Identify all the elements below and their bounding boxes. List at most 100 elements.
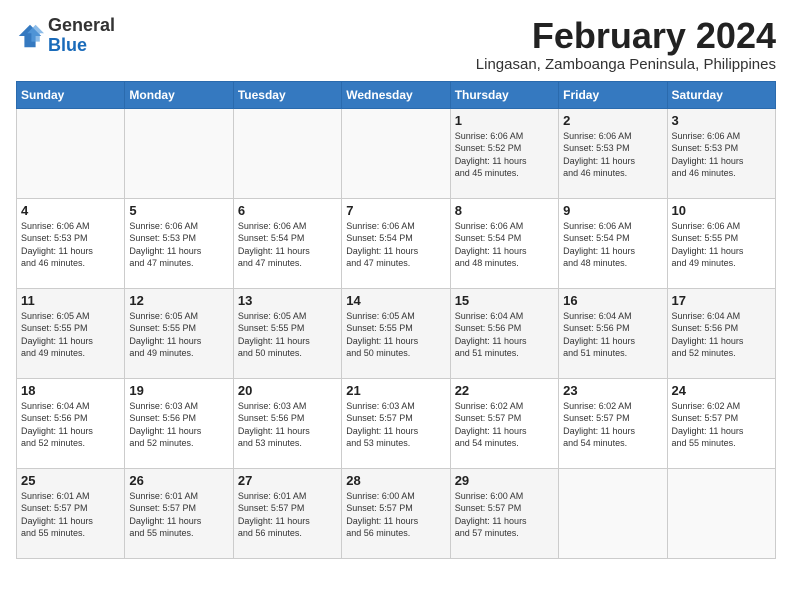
calendar-body: 1Sunrise: 6:06 AM Sunset: 5:52 PM Daylig… [17, 108, 776, 558]
day-info: Sunrise: 6:03 AM Sunset: 5:57 PM Dayligh… [346, 400, 445, 450]
calendar-cell: 7 Sunrise: 6:06 AM Sunset: 5:54 PM Daylig… [342, 198, 450, 288]
page-header: General Blue February 2024 Lingasan, Zam… [16, 16, 776, 73]
day-info: Sunrise: 6:06 AM Sunset: 5:55 PM Dayligh… [672, 220, 771, 270]
calendar-cell: 8Sunrise: 6:06 AM Sunset: 5:54 PM Daylig… [450, 198, 558, 288]
calendar-cell [559, 468, 667, 558]
header-cell-friday: Friday [559, 81, 667, 108]
calendar-cell: 20 Sunrise: 6:03 AM Sunset: 5:56 PM Dayli… [233, 378, 341, 468]
day-number: 7 [346, 203, 445, 218]
calendar-week-row: 11 Sunrise: 6:05 AM Sunset: 5:55 PM Dayli… [17, 288, 776, 378]
calendar-week-row: 25 Sunrise: 6:01 AM Sunset: 5:57 PM Dayli… [17, 468, 776, 558]
day-info: Sunrise: 6:06 AM Sunset: 5:54 PM Dayligh… [563, 220, 662, 270]
calendar-table: SundayMondayTuesdayWednesdayThursdayFrid… [16, 81, 776, 559]
day-number: 22 [455, 383, 554, 398]
day-info: Sunrise: 6:05 AM Sunset: 5:55 PM Dayligh… [238, 310, 337, 360]
calendar-cell: 15 Sunrise: 6:04 AM Sunset: 5:56 PM Dayli… [450, 288, 558, 378]
day-number: 1 [455, 113, 554, 128]
calendar-cell: 16 Sunrise: 6:04 AM Sunset: 5:56 PM Dayli… [559, 288, 667, 378]
calendar-week-row: 4 Sunrise: 6:06 AM Sunset: 5:53 PM Daylig… [17, 198, 776, 288]
calendar-week-row: 18Sunrise: 6:04 AM Sunset: 5:56 PM Dayli… [17, 378, 776, 468]
day-info: Sunrise: 6:04 AM Sunset: 5:56 PM Dayligh… [672, 310, 771, 360]
calendar-cell: 4Sunrise: 6:06 AM Sunset: 5:53 PM Daylig… [17, 198, 125, 288]
day-info: Sunrise: 6:03 AM Sunset: 5:56 PM Dayligh… [238, 400, 337, 450]
day-number: 26 [129, 473, 228, 488]
calendar-cell [342, 108, 450, 198]
calendar-cell: 23 Sunrise: 6:02 AM Sunset: 5:57 PM Dayli… [559, 378, 667, 468]
day-number: 25 [21, 473, 120, 488]
calendar-title: February 2024 [476, 16, 776, 56]
day-info: Sunrise: 6:02 AM Sunset: 5:57 PM Dayligh… [672, 400, 771, 450]
day-info: Sunrise: 6:03 AM Sunset: 5:56 PM Dayligh… [129, 400, 228, 450]
day-info: Sunrise: 6:00 AM Sunset: 5:57 PM Dayligh… [346, 490, 445, 540]
calendar-week-row: 1Sunrise: 6:06 AM Sunset: 5:52 PM Daylig… [17, 108, 776, 198]
calendar-cell: 11 Sunrise: 6:05 AM Sunset: 5:55 PM Dayli… [17, 288, 125, 378]
logo-general-text: General [48, 15, 115, 35]
day-info: Sunrise: 6:02 AM Sunset: 5:57 PM Dayligh… [563, 400, 662, 450]
calendar-cell: 6Sunrise: 6:06 AM Sunset: 5:54 PM Daylig… [233, 198, 341, 288]
calendar-cell: 13Sunrise: 6:05 AM Sunset: 5:55 PM Dayli… [233, 288, 341, 378]
day-info: Sunrise: 6:02 AM Sunset: 5:57 PM Dayligh… [455, 400, 554, 450]
calendar-cell: 10Sunrise: 6:06 AM Sunset: 5:55 PM Dayli… [667, 198, 775, 288]
day-number: 4 [21, 203, 120, 218]
calendar-cell: 18Sunrise: 6:04 AM Sunset: 5:56 PM Dayli… [17, 378, 125, 468]
header-cell-sunday: Sunday [17, 81, 125, 108]
day-number: 15 [455, 293, 554, 308]
day-info: Sunrise: 6:04 AM Sunset: 5:56 PM Dayligh… [563, 310, 662, 360]
header-cell-tuesday: Tuesday [233, 81, 341, 108]
day-number: 8 [455, 203, 554, 218]
header-cell-thursday: Thursday [450, 81, 558, 108]
day-info: Sunrise: 6:01 AM Sunset: 5:57 PM Dayligh… [238, 490, 337, 540]
calendar-cell: 5Sunrise: 6:06 AM Sunset: 5:53 PM Daylig… [125, 198, 233, 288]
day-info: Sunrise: 6:06 AM Sunset: 5:53 PM Dayligh… [129, 220, 228, 270]
day-info: Sunrise: 6:06 AM Sunset: 5:54 PM Dayligh… [346, 220, 445, 270]
day-number: 20 [238, 383, 337, 398]
day-number: 24 [672, 383, 771, 398]
calendar-header-row: SundayMondayTuesdayWednesdayThursdayFrid… [17, 81, 776, 108]
day-number: 2 [563, 113, 662, 128]
calendar-subtitle: Lingasan, Zamboanga Peninsula, Philippin… [476, 56, 776, 73]
calendar-cell [17, 108, 125, 198]
logo-blue-text: Blue [48, 35, 87, 55]
header-cell-monday: Monday [125, 81, 233, 108]
day-number: 27 [238, 473, 337, 488]
day-number: 23 [563, 383, 662, 398]
day-info: Sunrise: 6:05 AM Sunset: 5:55 PM Dayligh… [346, 310, 445, 360]
calendar-cell: 22 Sunrise: 6:02 AM Sunset: 5:57 PM Dayli… [450, 378, 558, 468]
calendar-cell: 24 Sunrise: 6:02 AM Sunset: 5:57 PM Dayli… [667, 378, 775, 468]
calendar-cell: 12 Sunrise: 6:05 AM Sunset: 5:55 PM Dayli… [125, 288, 233, 378]
logo: General Blue [16, 16, 115, 56]
day-number: 17 [672, 293, 771, 308]
logo-icon [16, 22, 44, 50]
day-info: Sunrise: 6:06 AM Sunset: 5:53 PM Dayligh… [672, 130, 771, 180]
day-info: Sunrise: 6:05 AM Sunset: 5:55 PM Dayligh… [129, 310, 228, 360]
day-info: Sunrise: 6:05 AM Sunset: 5:55 PM Dayligh… [21, 310, 120, 360]
day-number: 19 [129, 383, 228, 398]
calendar-cell: 9Sunrise: 6:06 AM Sunset: 5:54 PM Daylig… [559, 198, 667, 288]
day-number: 28 [346, 473, 445, 488]
calendar-cell: 29 Sunrise: 6:00 AM Sunset: 5:57 PM Dayli… [450, 468, 558, 558]
calendar-cell: 1Sunrise: 6:06 AM Sunset: 5:52 PM Daylig… [450, 108, 558, 198]
day-info: Sunrise: 6:04 AM Sunset: 5:56 PM Dayligh… [455, 310, 554, 360]
calendar-cell: 26Sunrise: 6:01 AM Sunset: 5:57 PM Dayli… [125, 468, 233, 558]
day-number: 3 [672, 113, 771, 128]
day-number: 12 [129, 293, 228, 308]
calendar-cell: 19 Sunrise: 6:03 AM Sunset: 5:56 PM Dayli… [125, 378, 233, 468]
calendar-cell [125, 108, 233, 198]
day-number: 14 [346, 293, 445, 308]
day-info: Sunrise: 6:00 AM Sunset: 5:57 PM Dayligh… [455, 490, 554, 540]
calendar-cell: 28 Sunrise: 6:00 AM Sunset: 5:57 PM Dayli… [342, 468, 450, 558]
calendar-cell [233, 108, 341, 198]
header-cell-saturday: Saturday [667, 81, 775, 108]
calendar-cell: 21 Sunrise: 6:03 AM Sunset: 5:57 PM Dayli… [342, 378, 450, 468]
calendar-cell: 14 Sunrise: 6:05 AM Sunset: 5:55 PM Dayli… [342, 288, 450, 378]
calendar-cell: 3 Sunrise: 6:06 AM Sunset: 5:53 PM Daylig… [667, 108, 775, 198]
title-block: February 2024 Lingasan, Zamboanga Penins… [476, 16, 776, 73]
calendar-cell: 27 Sunrise: 6:01 AM Sunset: 5:57 PM Dayli… [233, 468, 341, 558]
day-info: Sunrise: 6:01 AM Sunset: 5:57 PM Dayligh… [21, 490, 120, 540]
day-number: 11 [21, 293, 120, 308]
day-number: 29 [455, 473, 554, 488]
day-number: 21 [346, 383, 445, 398]
day-number: 16 [563, 293, 662, 308]
calendar-cell: 17 Sunrise: 6:04 AM Sunset: 5:56 PM Dayli… [667, 288, 775, 378]
calendar-cell [667, 468, 775, 558]
